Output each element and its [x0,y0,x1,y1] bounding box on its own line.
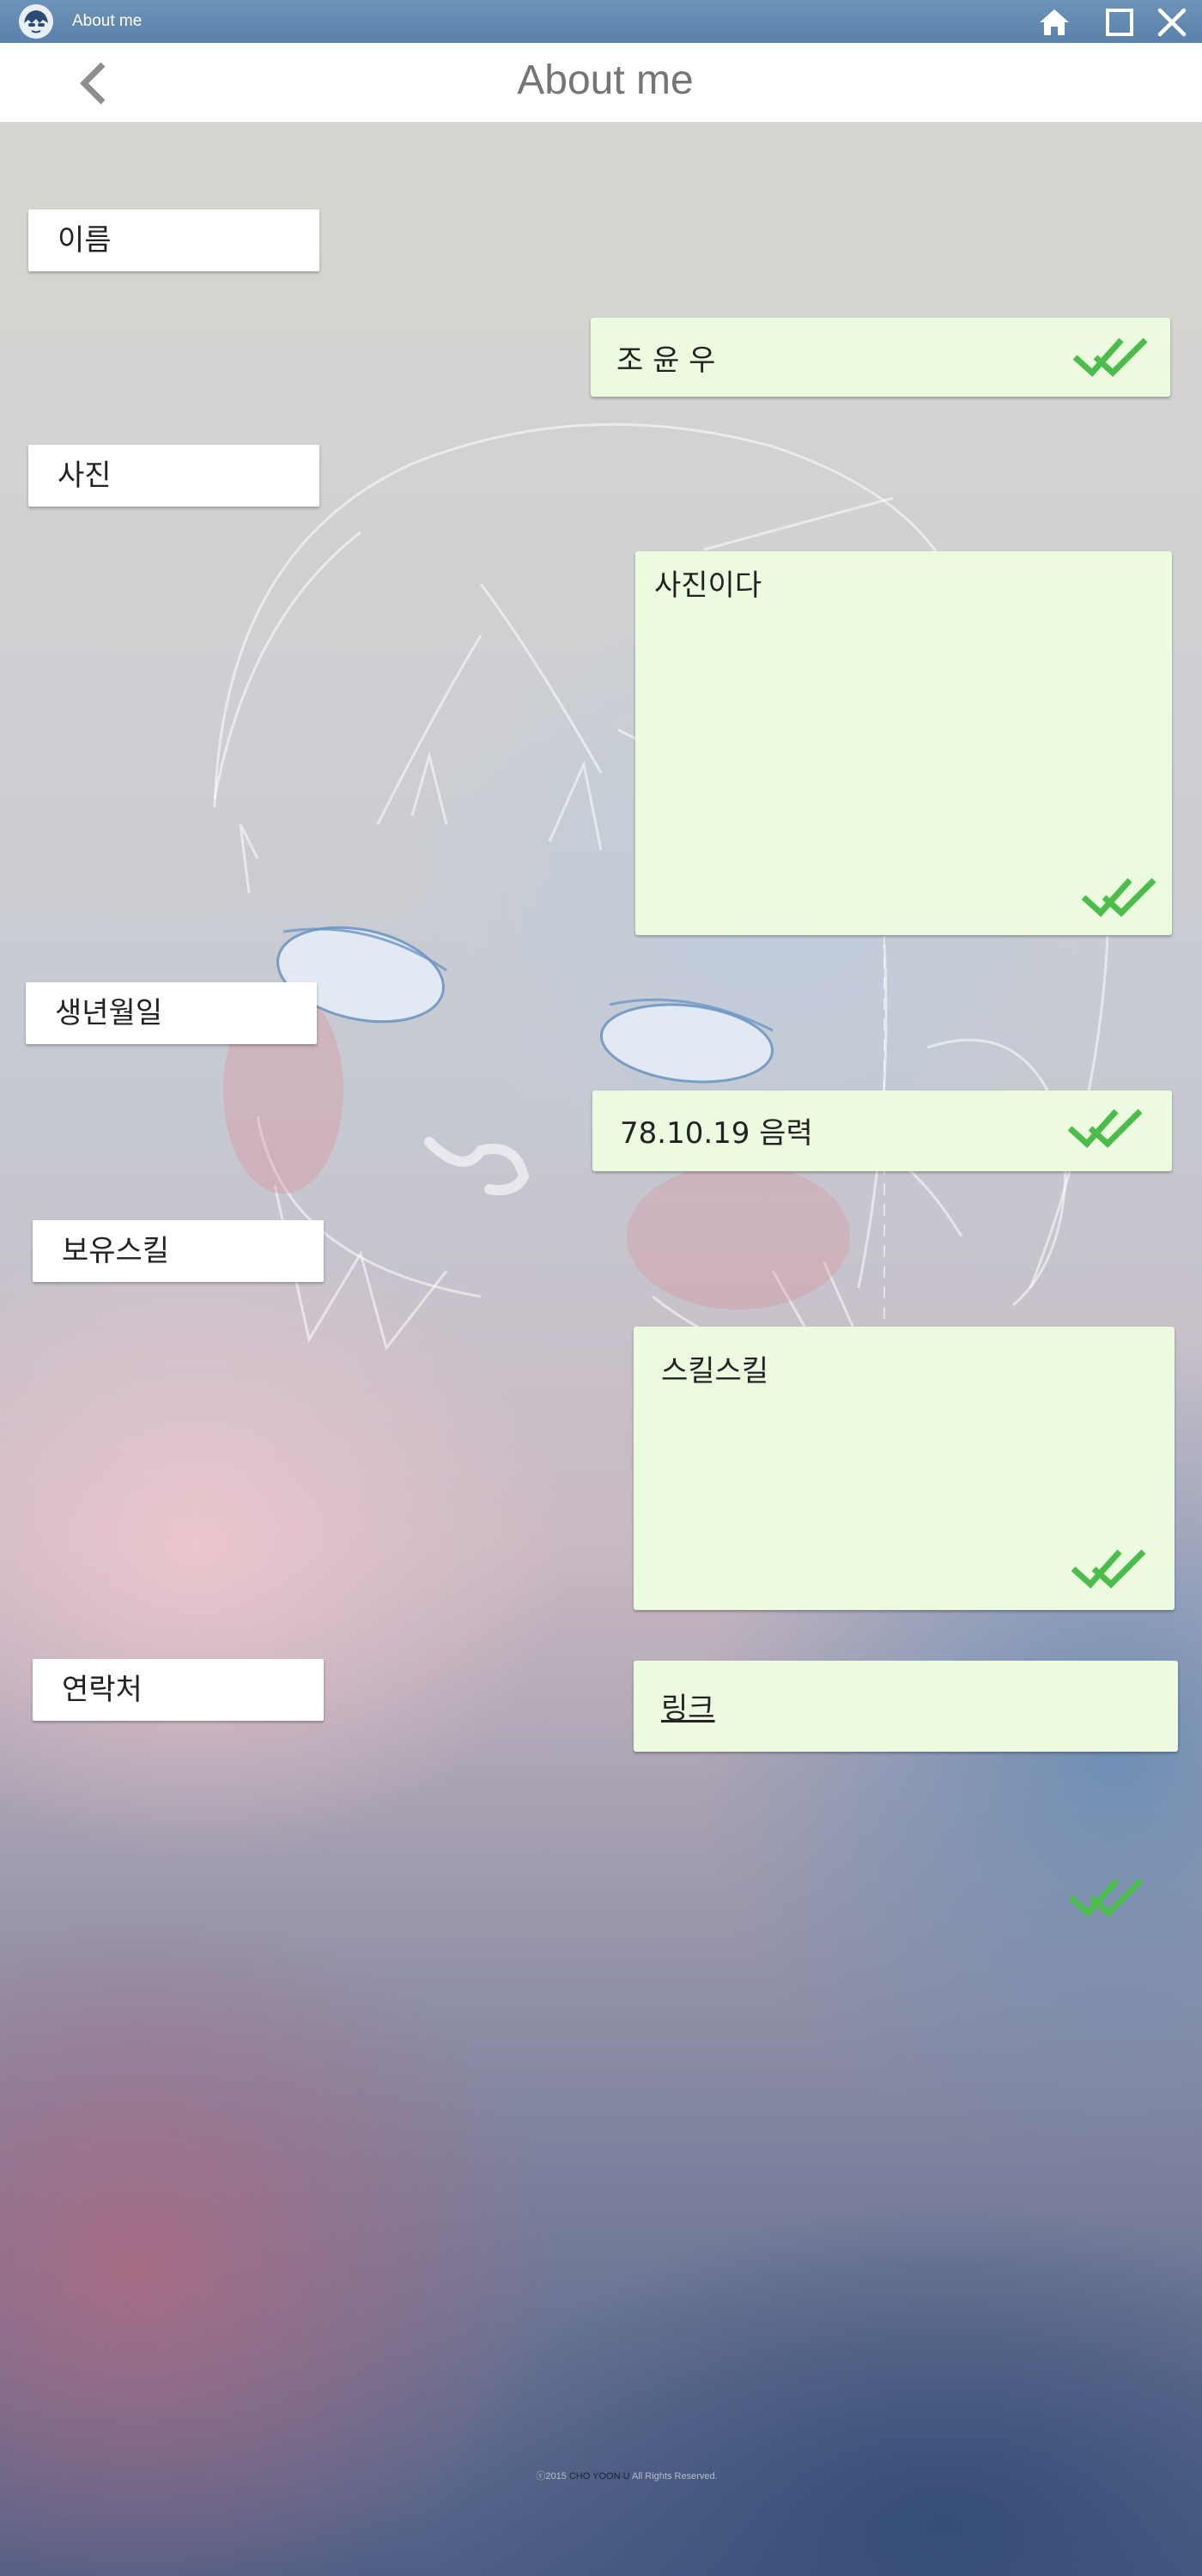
value-birthdate-bubble: 78.10.19 음력 [592,1091,1172,1171]
double-check-icon [1071,1549,1146,1589]
value-skills-bubble: 스킬스킬 [634,1327,1175,1610]
value-photo-text: 사진이다 [654,568,762,603]
label-contact-text: 연락처 [62,1673,143,1707]
page-header: About me [0,43,1202,122]
copyright-prefix: ⓒ2015 [536,2471,569,2482]
copyright-footer: ⓒ2015 CHO YOON U All Rights Reserved. [0,2469,1202,2482]
double-check-icon [1067,1109,1143,1148]
contact-link[interactable]: 링크 [661,1685,715,1727]
app-avatar-icon [19,4,53,39]
label-skills: 보유스킬 [33,1220,324,1282]
copyright-name: CHO YOON U [568,2471,630,2482]
label-name: 이름 [28,210,319,271]
value-contact-bubble: 링크 [634,1661,1178,1752]
double-check-icon [1068,1878,1144,1917]
value-photo-bubble: 사진이다 [635,551,1172,935]
label-photo-text: 사진 [58,459,112,493]
maximize-icon[interactable] [1102,5,1137,39]
double-check-icon [1072,337,1148,377]
label-birthdate: 생년월일 [26,982,317,1044]
about-me-window: About me About me 이름 조 윤 우 사진 사진이다 생년월일 … [0,0,1202,2576]
double-check-icon [1081,878,1156,917]
value-skills-text: 스킬스킬 [661,1354,769,1388]
page-title: About me [517,58,694,103]
label-name-text: 이름 [58,223,112,258]
value-name-bubble: 조 윤 우 [591,318,1170,397]
home-icon[interactable] [1037,5,1071,39]
label-birthdate-text: 생년월일 [55,996,163,1030]
window-title: About me [72,12,143,30]
profile-content: 이름 조 윤 우 사진 사진이다 생년월일 78.10.19 음력 보유스킬 스… [0,122,1202,2576]
copyright-suffix: All Rights Reserved. [629,2471,718,2482]
value-birthdate-text: 78.10.19 음력 [620,1116,813,1151]
close-icon[interactable] [1155,5,1189,39]
value-name-text: 조 윤 우 [616,343,716,378]
label-contact: 연락처 [33,1659,324,1721]
window-titlebar: About me [0,0,1202,43]
label-skills-text: 보유스킬 [62,1234,170,1268]
label-photo: 사진 [28,445,319,507]
